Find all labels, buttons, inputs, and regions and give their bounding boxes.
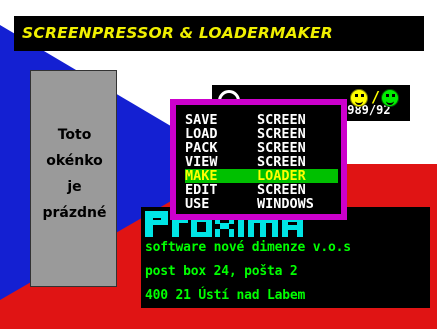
- menu-item-word: SCREEN: [257, 113, 306, 127]
- smiley-separator: /: [371, 88, 381, 106]
- menu-item-save-screen[interactable]: SAVE SCREEN: [185, 113, 338, 127]
- menu-item-word: SCREEN: [257, 183, 306, 197]
- menu-item-word: LOAD: [185, 127, 218, 141]
- menu-item-word: MAKE: [185, 169, 218, 183]
- menu-item-word: VIEW: [185, 155, 218, 169]
- menu-item-word: SCREEN: [257, 127, 306, 141]
- company-address-line: post box 24, pošta 2: [145, 264, 298, 279]
- yellow-smiley-icon: [350, 89, 368, 107]
- main-menu: SAVE SCREEN LOAD SCREEN PACK SCREEN VIEW SCR…: [170, 99, 347, 220]
- menu-item-view-screen[interactable]: VIEW SCREEN: [185, 155, 338, 169]
- info-line: okénko: [46, 153, 103, 169]
- menu-item-word: SAVE: [185, 113, 218, 127]
- menu-item-word: LOADER: [257, 169, 306, 183]
- company-info-panel: software nové dimenze v.o.s post box 24,…: [141, 207, 430, 308]
- menu-item-load-screen[interactable]: LOAD SCREEN: [185, 127, 338, 141]
- app-title: SCREENPRESSOR & LOADERMAKER: [22, 24, 333, 42]
- screen-border-top: [0, 0, 437, 12]
- green-smiley-icon: [381, 89, 399, 107]
- company-slogan: software nové dimenze v.o.s: [145, 240, 351, 255]
- menu-item-word: EDIT: [185, 183, 218, 197]
- menu-item-use-windows[interactable]: USE WINDOWS: [185, 197, 338, 211]
- info-line: prázdné: [42, 205, 107, 221]
- menu-item-edit-screen[interactable]: EDIT SCREEN: [185, 183, 338, 197]
- info-line: je: [67, 179, 82, 195]
- menu-item-word: PACK: [185, 141, 218, 155]
- menu-item-word: SCREEN: [257, 155, 306, 169]
- copyright-year: 1989/92: [340, 103, 391, 117]
- menu-item-pack-screen[interactable]: PACK SCREEN: [185, 141, 338, 155]
- title-bar: SCREENPRESSOR & LOADERMAKER: [14, 16, 424, 51]
- menu-item-word: SCREEN: [257, 141, 306, 155]
- menu-item-word: USE: [185, 197, 210, 211]
- menu-item-word: WINDOWS: [257, 197, 314, 211]
- menu-item-make-loader[interactable]: MAKE LOADER: [185, 169, 338, 183]
- empty-window-panel: Toto okénko je prázdné: [30, 70, 117, 287]
- spectrum-screen: SCREENPRESSOR & LOADERMAKER Toto okénko …: [0, 0, 437, 329]
- info-line: Toto: [57, 127, 92, 143]
- company-city-line: 400 21 Ústí nad Labem: [145, 288, 306, 303]
